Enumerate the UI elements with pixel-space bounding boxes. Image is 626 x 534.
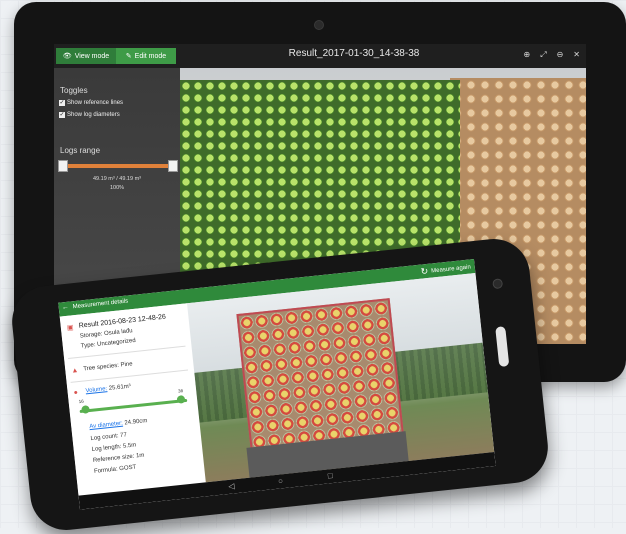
toggle-log-diameters[interactable]: ✓ Show log diameters: [59, 112, 120, 118]
log-length-value: Log length: 5.5m: [91, 442, 137, 454]
range-percent: 100%: [109, 185, 125, 191]
measurement-details-panel: ▣ Result 2016-08-23 12-48-26 Storage: Os…: [59, 303, 206, 496]
recents-nav-icon[interactable]: □: [327, 471, 333, 480]
home-nav-icon[interactable]: ○: [278, 476, 284, 485]
view-mode-button[interactable]: 👁 View mode: [56, 48, 116, 64]
slider-max-label: 36: [177, 388, 184, 394]
volume-link[interactable]: Volume:: [85, 386, 107, 394]
zoom-out-icon[interactable]: ⊖: [557, 50, 564, 60]
checkbox-checked-icon: ✓: [59, 100, 65, 106]
pencil-icon: ✎: [125, 53, 132, 60]
range-min-handle[interactable]: [58, 160, 68, 172]
av-diameter-row: Av diameter: 24.90cm: [89, 418, 148, 430]
formula-value: Formula: GOST: [93, 464, 137, 475]
slider-min-handle[interactable]: [81, 405, 90, 414]
phone-camera: [492, 278, 504, 290]
slider-max-handle[interactable]: [176, 395, 186, 404]
toggles-heading: Toggles: [60, 86, 88, 95]
volume-value: 25.61m³: [108, 383, 132, 392]
tablet-topbar: 👁 View mode ✎ Edit mode Result_2017-01-3…: [54, 44, 586, 68]
reference-size-value: Reference size: 1m: [92, 452, 145, 464]
av-diameter-value: 24.90cm: [124, 418, 148, 427]
refresh-icon: ↻: [420, 265, 429, 277]
phone-topbar-title: Measurement details: [72, 298, 129, 311]
back-arrow-icon[interactable]: ←: [61, 304, 69, 312]
tree-icon: ▲: [71, 367, 79, 375]
av-diameter-link[interactable]: Av diameter:: [89, 421, 123, 430]
phone-speaker: [495, 326, 510, 367]
fit-icon[interactable]: ⤢: [540, 50, 546, 60]
zoom-in-icon[interactable]: ⊕: [523, 50, 530, 60]
range-value: 49.19 m³ / 49.19 m³: [93, 176, 141, 182]
volume-icon: ●: [73, 389, 79, 397]
slider-min-label: 16: [78, 398, 84, 405]
logs-range-slider[interactable]: [62, 164, 172, 168]
logs-range-heading: Logs range: [60, 146, 101, 155]
range-max-handle[interactable]: [168, 160, 178, 172]
truck-log-photo[interactable]: [187, 272, 495, 483]
type-value: Type: Uncategorized: [80, 337, 136, 350]
phone-screen: ← Measurement details ↻ Measure again ▣ …: [58, 259, 496, 510]
edit-mode-button[interactable]: ✎ Edit mode: [116, 48, 176, 64]
eye-icon: 👁: [62, 53, 72, 60]
back-nav-icon[interactable]: ◁: [228, 481, 235, 491]
checkbox-checked-icon: ✓: [59, 112, 65, 118]
tree-species-value: Tree species: Pine: [83, 361, 133, 373]
view-tools: ⊕ ⤢ ⊖ ✕: [523, 50, 580, 60]
close-icon[interactable]: ✕: [573, 50, 580, 60]
result-title: Result_2017-01-30_14-38-38: [288, 48, 420, 59]
calendar-icon: ▣: [66, 324, 74, 332]
volume-slider[interactable]: [79, 398, 188, 414]
log-count-value: Log count: 77: [90, 432, 128, 443]
volume-row: Volume: 25.61m³: [85, 384, 131, 395]
toggle-reference-lines[interactable]: ✓ Show reference lines: [59, 100, 123, 106]
tablet-camera: [314, 20, 324, 30]
result-title: Result 2016-08-23 12-48-26: [78, 313, 167, 330]
